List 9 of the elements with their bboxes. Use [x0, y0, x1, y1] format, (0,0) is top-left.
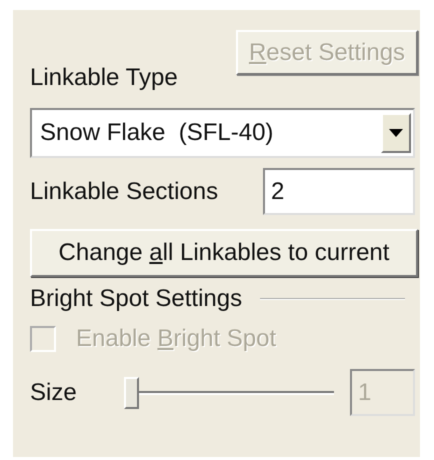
size-label: Size: [30, 378, 77, 406]
bright-spot-settings-heading: Bright Spot Settings: [30, 285, 242, 313]
change-all-linkables-button[interactable]: Change all Linkables to current: [30, 229, 418, 277]
linkable-type-dropdown[interactable]: Snow Flake (SFL-40): [30, 108, 415, 158]
linkable-sections-field[interactable]: 2: [263, 168, 415, 215]
linkable-type-label: Linkable Type: [30, 64, 178, 92]
enable-bright-spot-label: Enable Bright Spot: [76, 325, 276, 353]
linkable-sections-label: Linkable Sections: [30, 178, 218, 206]
size-slider[interactable]: [124, 374, 334, 410]
